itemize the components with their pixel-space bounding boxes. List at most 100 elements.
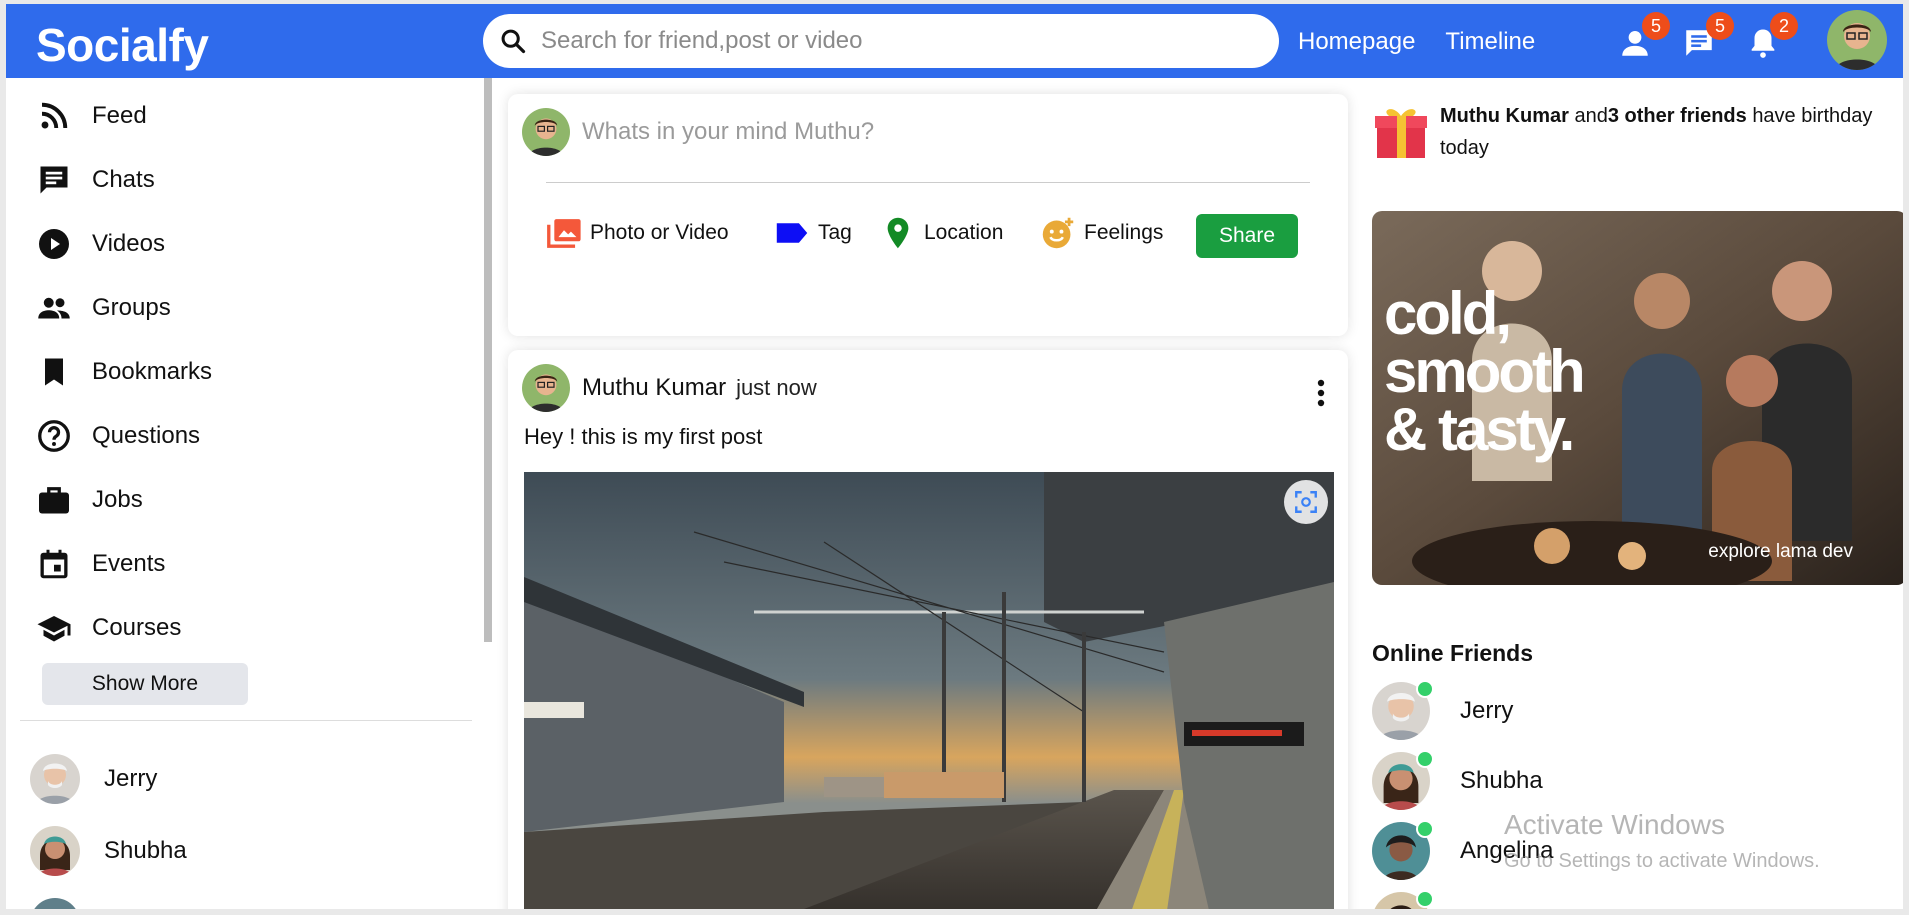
photo-library-icon	[547, 219, 581, 248]
online-friend-avatar	[1372, 680, 1434, 740]
online-status-dot	[1416, 820, 1434, 838]
option-label: Location	[924, 221, 1004, 244]
sidebar-item-label: Bookmarks	[92, 358, 213, 385]
online-friend-renuka[interactable]: Renuka	[1372, 890, 1543, 909]
lens-icon	[1295, 491, 1317, 513]
sidebar-item-chats[interactable]: Chats	[36, 160, 155, 200]
option-label: Photo or Video	[590, 221, 729, 244]
online-friend-name: Jerry	[1460, 697, 1514, 724]
advertisement[interactable]: cold, smooth & tasty. explore lama dev	[1372, 211, 1903, 585]
sidebar-item-feed[interactable]: Feed	[36, 96, 147, 136]
post-timestamp: just now	[736, 375, 817, 400]
sidebar-item-videos[interactable]: Videos	[36, 224, 165, 264]
post-input[interactable]	[582, 118, 1182, 146]
birthday-name[interactable]: Muthu Kumar	[1440, 105, 1569, 127]
rss-icon	[41, 102, 68, 129]
group-icon	[38, 297, 70, 319]
topbar: Socialfy Homepage Timeline 5 5 2	[6, 4, 1903, 78]
share-card: Photo or Video Tag Location Feelings Sha…	[508, 94, 1348, 336]
messages-button[interactable]: 5	[1682, 12, 1734, 60]
sidebar-scrollbar[interactable]	[484, 78, 492, 642]
friend-requests-badge: 5	[1642, 12, 1670, 40]
share-button[interactable]: Share	[1196, 214, 1298, 258]
ad-headline: cold, smooth & tasty.	[1384, 280, 1586, 463]
app-logo[interactable]: Socialfy	[36, 18, 209, 72]
friend-avatar	[30, 898, 80, 909]
birthday-notice: Muthu Kumar and3 other friends have birt…	[1374, 100, 1900, 164]
online-friend-jerry[interactable]: Jerry	[1372, 680, 1514, 740]
sidebar-friend-partial[interactable]	[30, 898, 80, 909]
sidebar-item-label: Courses	[92, 614, 182, 641]
feelings-option[interactable]: Feelings	[1040, 216, 1163, 250]
calendar-icon	[40, 549, 68, 579]
sidebar-item-label: Videos	[92, 230, 165, 257]
sidebar-item-label: Groups	[92, 294, 171, 321]
sidebar-item-label: Jobs	[92, 486, 143, 513]
ad-line-2: smooth	[1384, 338, 1586, 405]
online-friend-avatar	[1372, 750, 1434, 810]
ad-line-1: cold,	[1384, 280, 1512, 347]
option-label: Feelings	[1084, 221, 1164, 244]
tag-option[interactable]: Tag	[774, 216, 852, 250]
online-friends-title: Online Friends	[1372, 640, 1534, 666]
avatar-image	[1827, 10, 1887, 70]
ad-footer: explore lama dev	[1708, 541, 1853, 562]
birthday-others[interactable]: 3 other friends	[1608, 105, 1747, 127]
timeline-link[interactable]: Timeline	[1445, 28, 1535, 56]
search-input[interactable]	[541, 27, 1241, 55]
birthday-and: and	[1574, 105, 1608, 127]
online-friend-avatar	[1372, 820, 1434, 880]
online-status-dot	[1416, 750, 1434, 768]
sidebar-item-events[interactable]: Events	[36, 544, 165, 584]
search-bar[interactable]	[483, 14, 1279, 68]
friend-avatar	[30, 826, 80, 876]
sidebar-item-courses[interactable]: Courses	[36, 608, 181, 648]
notifications-button[interactable]: 2	[1746, 12, 1798, 60]
post-author-name[interactable]: Muthu Kumar	[582, 374, 726, 402]
sidebar-friend-shubha[interactable]: Shubha	[30, 826, 187, 876]
sidebar-item-groups[interactable]: Groups	[36, 288, 171, 328]
visual-search-button[interactable]	[1284, 480, 1328, 524]
sidebar-item-bookmarks[interactable]: Bookmarks	[36, 352, 212, 392]
sidebar-item-label: Chats	[92, 166, 155, 193]
sidebar-divider	[20, 720, 472, 721]
homepage-link[interactable]: Homepage	[1298, 28, 1415, 56]
briefcase-icon	[39, 487, 69, 514]
label-icon	[776, 223, 808, 243]
friend-name: Shubha	[104, 837, 187, 864]
messages-badge: 5	[1706, 12, 1734, 40]
online-status-dot	[1416, 890, 1434, 908]
train-station-photo	[524, 472, 1334, 909]
online-friend-shubha[interactable]: Shubha	[1372, 750, 1543, 810]
windows-activation-title: Activate Windows	[1504, 809, 1725, 840]
emoji-icon	[1042, 217, 1074, 249]
sidebar-friend-jerry[interactable]: Jerry	[30, 754, 157, 804]
friend-name: Jerry	[104, 765, 158, 792]
profile-avatar[interactable]	[1827, 10, 1887, 70]
user-avatar	[522, 108, 570, 156]
sidebar-item-jobs[interactable]: Jobs	[36, 480, 143, 520]
location-option[interactable]: Location	[880, 216, 1003, 250]
chat-icon	[40, 166, 68, 194]
more-vert-icon[interactable]	[1316, 378, 1326, 408]
ad-line-3: & tasty.	[1384, 396, 1575, 463]
sidebar-item-questions[interactable]: Questions	[36, 416, 200, 456]
play-circle-icon	[39, 229, 69, 259]
share-input-row	[522, 108, 1182, 156]
gift-icon	[1375, 109, 1427, 158]
birthday-text: Muthu Kumar and3 other friends have birt…	[1440, 100, 1900, 164]
sidebar-item-label: Questions	[92, 422, 201, 449]
left-sidebar: Feed Chats Videos Groups Bookmarks Quest…	[6, 78, 486, 909]
friend-requests-button[interactable]: 5	[1618, 12, 1670, 60]
online-friend-name: Renuka	[1460, 907, 1543, 909]
friend-avatar	[30, 754, 80, 804]
bookmark-icon	[45, 358, 63, 386]
school-icon	[37, 616, 71, 642]
post-text: Hey ! this is my first post	[524, 424, 763, 449]
online-friend-name: Shubha	[1460, 767, 1543, 794]
post-author-avatar[interactable]	[522, 364, 570, 412]
search-icon	[501, 29, 526, 54]
photo-video-option[interactable]: Photo or Video	[546, 216, 729, 250]
show-more-button[interactable]: Show More	[42, 663, 248, 705]
post-image[interactable]	[524, 472, 1334, 909]
